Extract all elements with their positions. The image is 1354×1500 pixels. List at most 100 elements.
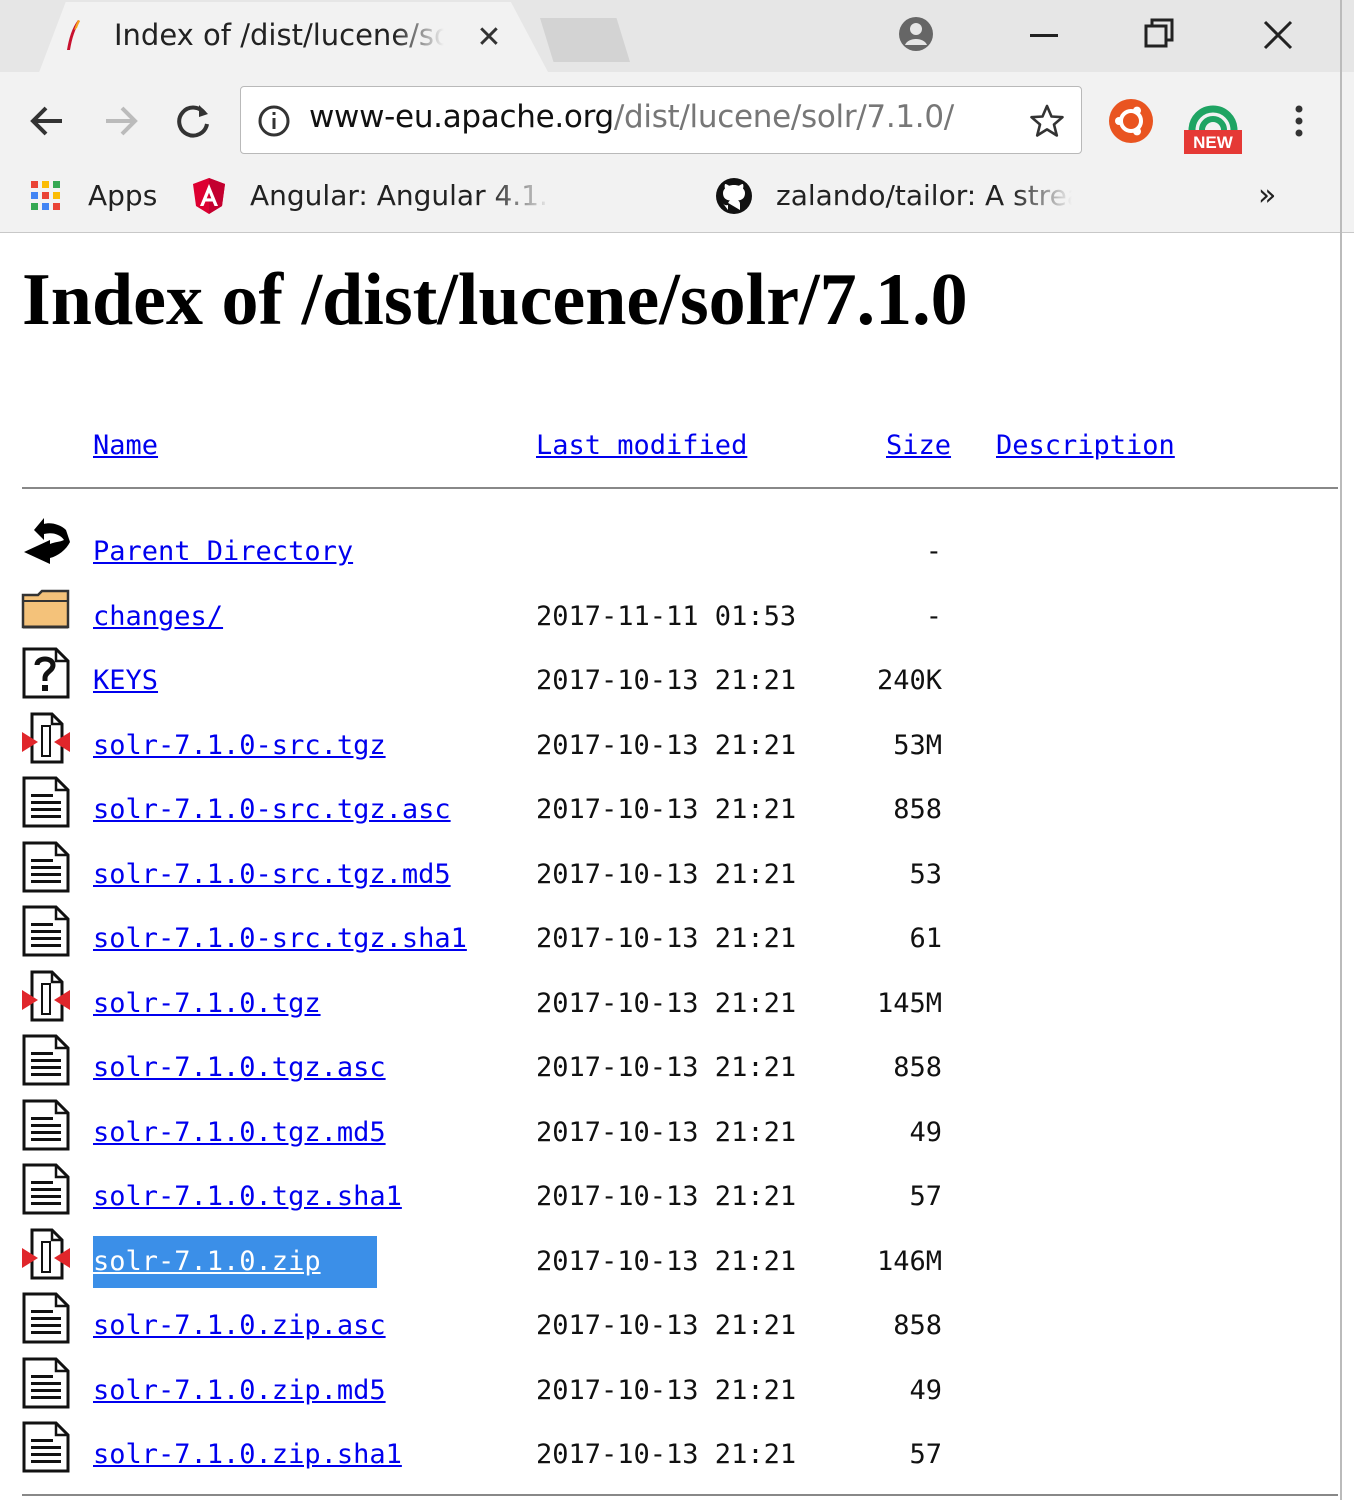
file-link[interactable]: solr-7.1.0.zip.md5 [93, 1375, 386, 1406]
file-link[interactable]: changes/ [93, 601, 223, 632]
tab-title: Index of /dist/lucene/solr/7.1.0/ [114, 18, 444, 52]
file-name-cell: solr-7.1.0-src.tgz.md5 [93, 859, 451, 890]
text-file-icon [20, 1290, 72, 1346]
file-link[interactable]: solr-7.1.0-src.tgz [93, 730, 386, 761]
file-link[interactable]: solr-7.1.0.zip.asc [93, 1310, 386, 1341]
close-window-icon[interactable] [1250, 10, 1306, 60]
table-row: solr-7.1.0.zip 2017-10-13 21:21 146M [0, 1228, 1354, 1296]
file-name-cell: solr-7.1.0-src.tgz.asc [93, 794, 451, 825]
back-arrow-icon [20, 516, 72, 572]
file-link[interactable]: solr-7.1.0.zip.sha1 [93, 1439, 402, 1470]
tab-close-icon[interactable]: ✕ [474, 20, 504, 56]
address-bar[interactable]: www-eu.apache.org/dist/lucene/solr/7.1.0… [240, 86, 1082, 154]
table-row: solr-7.1.0.tgz.md5 2017-10-13 21:21 49 [0, 1099, 1354, 1167]
size-cell: 53 [909, 858, 942, 890]
file-link[interactable]: solr-7.1.0.tgz.asc [93, 1052, 386, 1083]
last-modified-cell: 2017-10-13 21:21 [536, 858, 797, 890]
sort-by-description-link[interactable]: Description [996, 430, 1175, 461]
apache-feather-icon [67, 20, 80, 50]
text-file-icon [20, 1032, 72, 1088]
file-link[interactable]: KEYS [93, 665, 158, 696]
info-icon[interactable] [257, 104, 291, 138]
file-name-cell: solr-7.1.0-src.tgz.sha1 [93, 923, 467, 954]
file-link[interactable]: Parent Directory [93, 536, 353, 567]
last-modified-cell: 2017-10-13 21:21 [536, 729, 797, 761]
file-link[interactable]: solr-7.1.0.zip [93, 1246, 321, 1277]
size-cell: 858 [893, 794, 942, 825]
size-cell: - [925, 536, 942, 567]
github-icon [716, 178, 752, 214]
new-badge-extension-icon[interactable]: NEW [1182, 96, 1244, 156]
sort-by-last-modified-link[interactable]: Last modified [536, 430, 747, 461]
bookmark-star-icon[interactable] [1029, 103, 1065, 139]
last-modified-cell: 2017-10-13 21:21 [536, 1439, 797, 1470]
archive-icon [20, 1226, 72, 1282]
sort-by-name-link[interactable]: Name [93, 430, 158, 461]
last-modified-cell: 2017-10-13 21:21 [536, 1181, 797, 1212]
column-header-name[interactable]: Name [93, 430, 158, 461]
tab-strip: Index of /dist/lucene/solr/7.1.0/ ✕ [0, 0, 1354, 72]
file-name-cell: solr-7.1.0.tgz.asc [93, 1052, 386, 1083]
bookmark-apps[interactable]: Apps [88, 174, 157, 218]
file-name-cell: solr-7.1.0.tgz.sha1 [93, 1181, 402, 1212]
text-file-icon [20, 839, 72, 895]
file-link[interactable]: solr-7.1.0-src.tgz.md5 [93, 859, 451, 890]
file-name-cell: solr-7.1.0.zip.md5 [93, 1375, 386, 1406]
file-name-cell: solr-7.1.0.zip.asc [93, 1310, 386, 1341]
last-modified-cell: 2017-10-13 21:21 [536, 1310, 797, 1341]
file-name-cell: solr-7.1.0.tgz [93, 988, 321, 1019]
file-link[interactable]: solr-7.1.0-src.tgz.asc [93, 794, 451, 825]
last-modified-cell: 2017-10-13 21:21 [536, 1374, 797, 1406]
text-file-icon [20, 903, 72, 959]
table-row: solr-7.1.0.zip.md5 2017-10-13 21:21 49 [0, 1357, 1354, 1425]
size-cell: 145M [876, 987, 942, 1019]
file-name-cell: changes/ [93, 601, 223, 632]
last-modified-cell: 2017-10-13 21:21 [536, 794, 797, 825]
sort-by-size-link[interactable]: Size [886, 430, 951, 461]
table-row: solr-7.1.0.zip.sha1 2017-10-13 21:21 57 [0, 1421, 1354, 1489]
file-name-cell: KEYS [93, 665, 158, 696]
size-cell: 57 [909, 1181, 942, 1212]
file-link[interactable]: solr-7.1.0-src.tgz.sha1 [93, 923, 467, 954]
table-row: solr-7.1.0-src.tgz.asc 2017-10-13 21:21 85… [0, 776, 1354, 844]
column-header-size[interactable]: Size [886, 430, 951, 461]
folder-icon [20, 581, 72, 637]
size-cell: 61 [909, 923, 942, 954]
bookmarks-overflow-chevron-icon[interactable]: » [1258, 174, 1276, 218]
file-link[interactable]: solr-7.1.0.tgz.sha1 [93, 1181, 402, 1212]
new-tab-button[interactable] [540, 18, 630, 62]
last-modified-cell: 2017-10-13 21:21 [536, 923, 797, 954]
file-link[interactable]: solr-7.1.0.tgz.md5 [93, 1117, 386, 1148]
file-name-cell: solr-7.1.0.zip [93, 1235, 377, 1288]
text-file-icon [20, 1419, 72, 1475]
size-cell: 53M [893, 729, 942, 761]
archive-icon [20, 710, 72, 766]
forward-arrow-icon[interactable] [96, 96, 146, 146]
column-header-description[interactable]: Description [996, 430, 1175, 461]
restore-icon[interactable] [1132, 10, 1188, 60]
page-title: Index of /dist/lucene/solr/7.1.0 [22, 259, 968, 341]
menu-kebab-icon[interactable] [1274, 96, 1324, 146]
file-link[interactable]: solr-7.1.0.tgz [93, 988, 321, 1019]
bookmark-zalando-tailor[interactable]: zalando/tailor: A streaming [776, 174, 1072, 218]
bookmark-angular[interactable]: Angular: Angular 4.1.0 [250, 174, 550, 218]
account-icon[interactable] [888, 10, 944, 60]
table-row: solr-7.1.0.tgz 2017-10-13 21:21 145M [0, 970, 1354, 1038]
reload-icon[interactable] [168, 96, 218, 146]
column-header-last-modified[interactable]: Last modified [536, 430, 747, 461]
minimize-icon[interactable] [1016, 10, 1072, 60]
text-file-icon [20, 1161, 72, 1217]
text-file-icon [20, 774, 72, 830]
apps-grid-icon[interactable] [28, 178, 64, 214]
file-name-cell: solr-7.1.0-src.tgz [93, 730, 386, 761]
last-modified-cell: 2017-10-13 21:21 [536, 665, 797, 696]
ubuntu-icon[interactable] [1106, 96, 1156, 146]
size-cell: 49 [909, 1374, 942, 1406]
size-cell: - [925, 600, 942, 632]
last-modified-cell: 2017-10-13 21:21 [536, 1052, 797, 1083]
table-row: solr-7.1.0-src.tgz.sha1 2017-10-13 21:21 6… [0, 905, 1354, 973]
back-arrow-icon[interactable] [22, 96, 72, 146]
url-path: /dist/lucene/solr/7.1.0/ [613, 99, 954, 135]
text-file-icon [20, 1355, 72, 1411]
url-text[interactable]: www-eu.apache.org/dist/lucene/solr/7.1.0… [309, 99, 954, 135]
